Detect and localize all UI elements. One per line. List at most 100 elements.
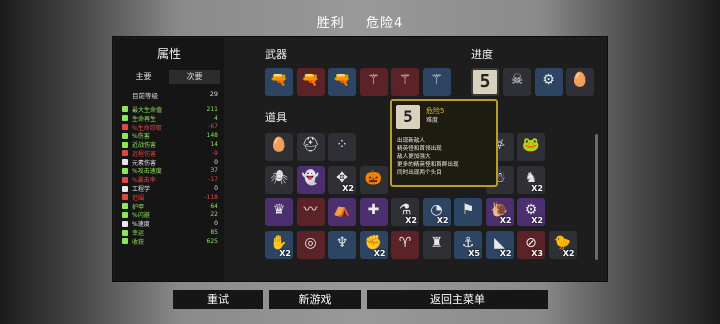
inventory-item[interactable]: ✋ X2	[265, 230, 293, 259]
stat-row[interactable]: %攻击速度 37	[114, 167, 224, 176]
melee-icon	[122, 141, 128, 148]
stat-row[interactable]: 范围 -118	[114, 193, 224, 202]
inventory-item[interactable]: ⛺	[328, 198, 356, 226]
stat-row[interactable]: 护甲 64	[114, 202, 224, 211]
inventory-item[interactable]: ◎	[296, 230, 325, 259]
inventory-item[interactable]: ⛑	[296, 133, 325, 161]
inventory-item[interactable]: ◣ X2	[485, 230, 514, 259]
damage-icon	[122, 132, 128, 139]
inventory-item[interactable]: ♈	[391, 230, 419, 259]
danger-tooltip: 5 危险5 难度 出现新敌人 精英怪和首领出现 敌人更加强大 更多的精英怪和首群…	[390, 99, 498, 187]
stat-name: %速度	[132, 221, 150, 229]
stats-title: 属性	[156, 47, 181, 61]
gun-icon: 🔫	[333, 72, 351, 88]
stat-row[interactable]: 元素伤害 0	[114, 158, 224, 167]
inventory-item[interactable]: ⁘	[328, 133, 356, 161]
inventory-item[interactable]: ⚗ X2	[391, 198, 419, 226]
inventory-item[interactable]: ✚	[359, 198, 388, 226]
stat-row[interactable]: 收获 625	[114, 237, 224, 246]
inventory-item[interactable]: ♜	[422, 230, 451, 259]
weapon-slot[interactable]: 🔫	[328, 68, 356, 96]
stat-row[interactable]: 近战伤害 14	[114, 140, 224, 149]
new-game-button[interactable]: 新游戏	[269, 290, 361, 309]
inventory-item[interactable]: 〰	[296, 198, 325, 226]
retry-button[interactable]: 重试	[173, 290, 263, 309]
inventory-item[interactable]: 🐸	[517, 133, 545, 161]
weapon-slot[interactable]: 🔫	[265, 68, 293, 96]
inventory-item[interactable]: ♆	[328, 230, 356, 259]
flag-icon: ⚑	[461, 202, 475, 218]
horn-icon: ♈	[398, 234, 412, 251]
items-scrollbar[interactable]	[595, 134, 598, 260]
stat-value: 4	[214, 114, 218, 122]
inventory-item[interactable]: ◔ X2	[422, 198, 451, 226]
run-summary-panel: 属性 主要 次要 目前等级 29 最大生命值 211 生命再生 4 %生命窃取 -67 %伤…	[112, 36, 608, 282]
inventory-item[interactable]: ⚑	[454, 198, 482, 226]
weapon-slot[interactable]: ⚚	[359, 68, 388, 96]
stat-row[interactable]: 最大生命值 211	[114, 105, 224, 114]
stat-value: 0	[214, 158, 218, 166]
inventory-item[interactable]: 🎃	[359, 165, 388, 194]
inventory-item[interactable]: 👻	[296, 165, 325, 194]
tooltip-line: 同时出现两个头目	[397, 170, 442, 176]
heart-icon	[122, 106, 128, 113]
stat-value: 0	[214, 220, 218, 228]
coat-icon: ♜	[430, 234, 443, 251]
inventory-item[interactable]: 🐤 X2	[548, 230, 577, 259]
tab-primary[interactable]: 主要	[118, 70, 169, 84]
dots-icon: ⁘	[336, 137, 348, 153]
inventory-item[interactable]: ⚙ X2	[517, 198, 545, 226]
stat-row[interactable]: 幸运 85	[114, 228, 224, 237]
stat-value: 148	[206, 132, 218, 140]
stat-row[interactable]: 工程学 0	[114, 184, 224, 193]
elemental-icon	[122, 159, 128, 166]
inventory-item[interactable]: ⊘ X3	[517, 230, 545, 259]
stat-name: %伤害	[132, 133, 150, 141]
weapon-slot[interactable]: 🔫	[296, 68, 325, 96]
progress-slot[interactable]: ☠	[503, 68, 531, 96]
wand-icon: ⚚	[367, 72, 380, 88]
stat-row[interactable]: %暴击率 -17	[114, 175, 224, 184]
level-value: 29	[209, 90, 218, 98]
inventory-item[interactable]: 🕷	[265, 165, 293, 194]
level-label: 目前等级	[132, 92, 158, 100]
main-menu-button[interactable]: 返回主菜单	[367, 290, 548, 309]
stat-name: %攻击速度	[132, 168, 162, 176]
stat-name: 远程伤害	[132, 150, 157, 158]
progress-label: 进度	[471, 48, 493, 61]
item-quantity: X2	[531, 216, 543, 225]
frog-icon: 🐸	[522, 137, 540, 153]
stats-panel: 属性 主要 次要 目前等级 29 最大生命值 211 生命再生 4 %生命窃取 -67 %伤…	[114, 38, 224, 281]
stat-value: 0	[214, 185, 218, 193]
inventory-item[interactable]: ✥ X2	[328, 165, 356, 194]
inventory-item[interactable]: ♞ X2	[517, 165, 545, 194]
progress-slot[interactable]: 🥚	[566, 68, 594, 96]
weapon-slot[interactable]: ⚚	[391, 68, 419, 96]
item-quantity: X2	[342, 183, 354, 193]
stat-value: -118	[204, 193, 218, 201]
stat-row[interactable]: %速度 0	[114, 219, 224, 228]
wand-icon: ⚚	[398, 72, 412, 88]
stat-name: 幸运	[132, 230, 145, 238]
inventory-item[interactable]: ♛	[265, 198, 293, 226]
octopus-icon: ♆	[335, 234, 349, 251]
inventory-item[interactable]: ✊ X2	[359, 230, 388, 259]
inventory-item[interactable]: ⚓ X5	[454, 230, 482, 259]
stat-row[interactable]: %闪避 22	[114, 211, 224, 219]
crown-icon: ♛	[272, 202, 286, 218]
inventory-item[interactable]: 🐌 X2	[485, 198, 514, 226]
tab-secondary[interactable]: 次要	[169, 70, 220, 84]
danger-level-card[interactable]: 5	[471, 68, 499, 96]
inventory-item[interactable]: 🥚	[265, 133, 293, 161]
weapon-slot[interactable]: ⚚	[422, 68, 451, 96]
stat-row[interactable]: 生命再生 4	[114, 114, 224, 123]
stat-row[interactable]: %生命窃取 -67	[114, 123, 224, 132]
lifesteal-icon	[122, 123, 128, 130]
hood-icon: ⛺	[333, 202, 351, 218]
stat-row[interactable]: %伤害 148	[114, 131, 224, 140]
stat-row[interactable]: 远程伤害 -9	[114, 149, 224, 158]
range-icon	[122, 194, 128, 201]
progress-slot[interactable]: ⚙	[534, 68, 563, 96]
result-label: 胜利	[316, 16, 345, 31]
ranged-icon	[122, 150, 128, 157]
